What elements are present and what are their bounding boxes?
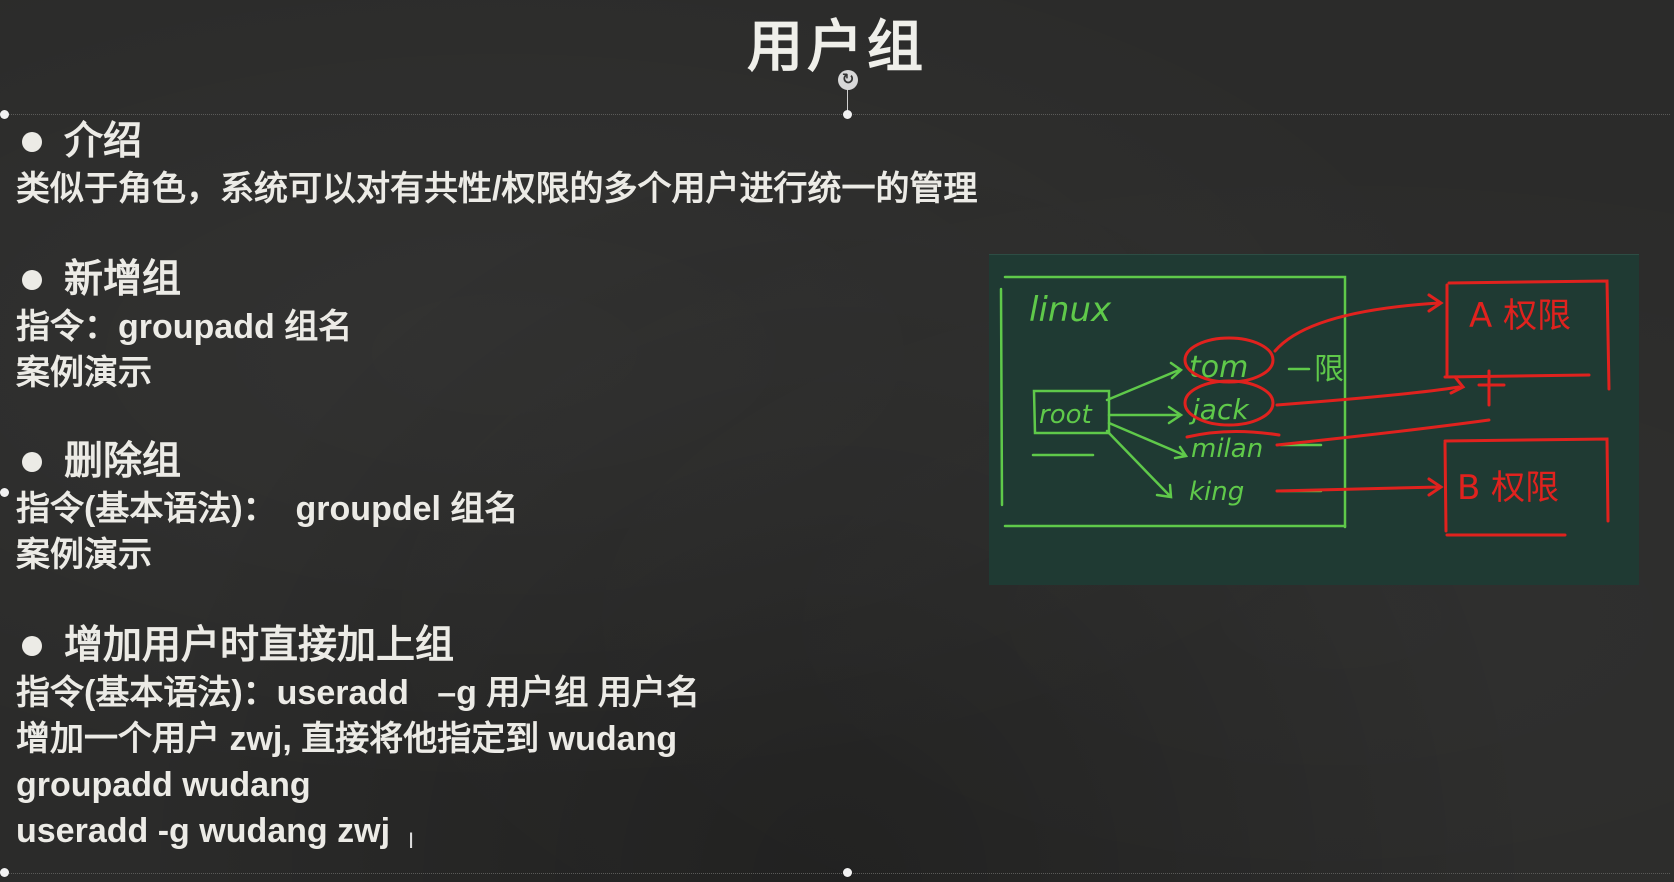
group-b-label: B 权限 xyxy=(1457,468,1559,508)
selection-handle-middle-left[interactable] xyxy=(0,488,9,497)
group-b-box-left xyxy=(1443,441,1448,533)
arrow-root-tom xyxy=(1105,361,1184,402)
text-cursor-icon: I xyxy=(408,828,415,853)
root-label: root xyxy=(1039,400,1093,430)
body-line: 指令：groupadd 组名 xyxy=(16,308,353,346)
user-label-milan: milan xyxy=(1191,434,1263,464)
section-add-group: 新增组 指令：groupadd 组名 案例演示 xyxy=(16,256,976,396)
bullet-dot xyxy=(22,132,42,152)
group-a-box-bottom xyxy=(1443,373,1591,379)
section-add-user-with-group: 增加用户时直接加上组 指令(基本语法)：useradd –g 用户组 用户名 增… xyxy=(16,622,976,854)
name-dashes xyxy=(1279,367,1323,493)
section-heading: 增加用户时直接加上组 xyxy=(64,624,455,667)
diagram-canvas: linux root tom jack milan king 限 A 权限 B … xyxy=(999,275,1611,537)
rotate-handle-stem xyxy=(847,88,848,112)
tom-suffix-label: 限 xyxy=(1314,352,1344,387)
user-label-king: king xyxy=(1189,477,1244,507)
body-line: 案例演示 xyxy=(16,536,152,574)
body-line: 案例演示 xyxy=(16,354,152,392)
arrow-root-king xyxy=(1105,429,1173,499)
body-line: 指令(基本语法)： groupdel 组名 xyxy=(16,490,519,528)
arrow-king-to-b xyxy=(1275,477,1444,497)
bullet-dot xyxy=(22,452,42,472)
body-line: 类似于角色，系统可以对有共性/权限的多个用户进行统一的管理 xyxy=(16,170,978,208)
selection-handle-bottom-left[interactable] xyxy=(0,868,9,877)
linux-box-left-edge xyxy=(999,287,1004,507)
body-line: 增加一个用户 zwj, 直接将他指定到 wudang xyxy=(16,720,678,758)
arrow-jack-to-a xyxy=(1275,375,1466,407)
section-heading: 新增组 xyxy=(64,258,182,301)
body-line: 指令(基本语法)：useradd –g 用户组 用户名 xyxy=(16,674,700,712)
section-heading: 介绍 xyxy=(64,120,143,163)
user-label-tom: tom xyxy=(1189,350,1248,385)
section-delete-group: 删除组 指令(基本语法)： groupdel 组名 案例演示 xyxy=(16,438,976,578)
linux-label: linux xyxy=(1029,290,1112,330)
section-intro: 介绍 类似于角色，系统可以对有共性/权限的多个用户进行统一的管理 xyxy=(16,118,978,212)
handdrawn-diagram: linux root tom jack milan king 限 A 权限 B … xyxy=(989,254,1639,585)
slide-title: 用户组 xyxy=(747,15,927,78)
slide-body[interactable]: 介绍 类似于角色，系统可以对有共性/权限的多个用户进行统一的管理 新增组 指令：… xyxy=(16,118,978,854)
arrow-root-jack xyxy=(1107,405,1184,425)
selection-handle-top-left[interactable] xyxy=(0,110,9,119)
section-heading: 删除组 xyxy=(64,440,182,483)
body-line: useradd -g wudang zwj xyxy=(16,812,391,850)
arrow-tom-to-a xyxy=(1273,293,1444,353)
bullet-dot xyxy=(22,636,42,656)
bullet-dot xyxy=(22,270,42,290)
selection-handle-bottom-center[interactable] xyxy=(843,868,852,877)
arrow-root-milan xyxy=(1107,421,1189,460)
group-a-label: A 权限 xyxy=(1469,296,1571,336)
rotate-icon[interactable]: ↻ xyxy=(838,70,858,90)
user-label-jack: jack xyxy=(1188,393,1250,426)
body-line: groupadd wudang xyxy=(16,766,311,804)
